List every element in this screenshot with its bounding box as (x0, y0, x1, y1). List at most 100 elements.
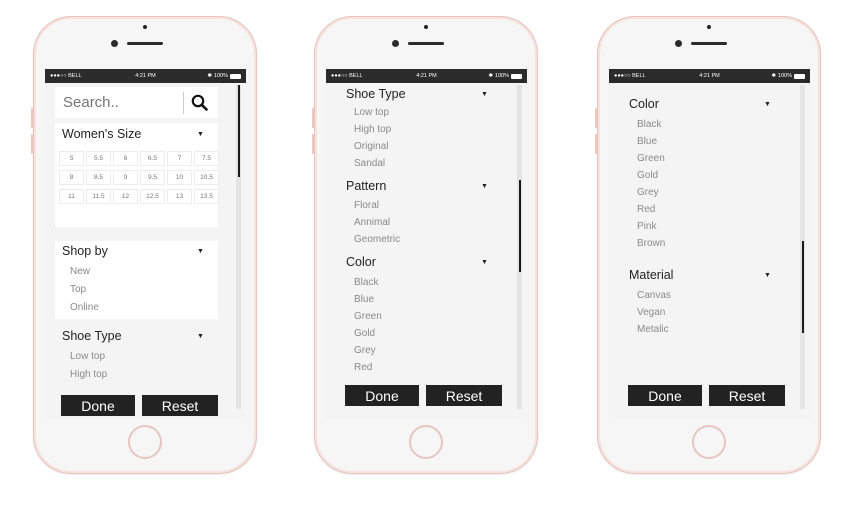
size-option[interactable]: 13 (167, 189, 192, 204)
list-item[interactable]: Low top (354, 107, 389, 118)
reset-button[interactable]: Reset (709, 385, 785, 406)
list-item[interactable]: Floral (354, 200, 379, 211)
scrollbar-thumb[interactable] (519, 180, 521, 272)
list-item[interactable]: High top (354, 124, 391, 135)
size-option[interactable]: 7.5 (194, 151, 219, 166)
list-item[interactable]: Metalic (637, 324, 669, 335)
section-title: Color (629, 97, 659, 111)
screen: ●●●○○ BELL 4:21 PM ✱ 100% Color ▼ Black … (609, 69, 810, 419)
section-title: Shoe Type (62, 329, 122, 343)
home-button[interactable] (128, 425, 162, 459)
size-option[interactable]: 5 (59, 151, 84, 166)
list-item[interactable]: Red (637, 204, 655, 215)
size-option[interactable]: 10 (167, 170, 192, 185)
earpiece-speaker (691, 42, 727, 45)
status-time: 4:21 PM (416, 73, 437, 79)
home-button[interactable] (409, 425, 443, 459)
volume-button (312, 108, 314, 128)
list-item[interactable]: Blue (637, 136, 657, 147)
list-item[interactable]: Canvas (637, 290, 671, 301)
screen: ●●●○○ BELL 4:21 PM ✱ 100% Women's Size (45, 69, 246, 419)
size-option[interactable]: 9 (113, 170, 138, 185)
proximity-sensor (707, 25, 711, 29)
caret-down-icon[interactable]: ▼ (197, 131, 204, 138)
list-item[interactable]: Grey (637, 187, 659, 198)
search-bar (55, 87, 218, 118)
phone-3: ●●●○○ BELL 4:21 PM ✱ 100% Color ▼ Black … (595, 16, 821, 474)
filter-panel: Shoe Type ▼ Low top High top Original Sa… (326, 83, 527, 419)
reset-button[interactable]: Reset (142, 395, 218, 416)
status-time: 4:21 PM (699, 73, 720, 79)
list-item[interactable]: Gold (354, 328, 375, 339)
scrollbar-thumb[interactable] (238, 85, 240, 177)
size-option[interactable]: 8 (59, 170, 84, 185)
list-item[interactable]: Green (354, 311, 382, 322)
list-item[interactable]: Brown (637, 238, 665, 249)
caret-down-icon[interactable]: ▼ (481, 91, 488, 98)
proximity-sensor (143, 25, 147, 29)
volume-button (31, 134, 33, 154)
list-item[interactable]: Gold (637, 170, 658, 181)
caret-down-icon[interactable]: ▼ (197, 248, 204, 255)
size-option[interactable]: 12.5 (140, 189, 165, 204)
caret-down-icon[interactable]: ▼ (197, 333, 204, 340)
section-title: Women's Size (62, 127, 142, 141)
shop-by-card: Shop by ▼ New Top Online (55, 241, 218, 319)
size-grid: 5 5.5 6 6.5 7 7.5 8 8.5 9 9.5 10 10.5 11 11.5 12 12.5 13… (59, 151, 219, 204)
caret-down-icon[interactable]: ▼ (764, 272, 771, 279)
caret-down-icon[interactable]: ▼ (764, 101, 771, 108)
done-button[interactable]: Done (628, 385, 702, 406)
home-button[interactable] (692, 425, 726, 459)
status-bar: ●●●○○ BELL 4:21 PM ✱ 100% (326, 69, 527, 83)
size-option[interactable]: 10.5 (194, 170, 219, 185)
phone-2: ●●●○○ BELL 4:21 PM ✱ 100% Shoe Type ▼ Lo… (312, 16, 538, 474)
caret-down-icon[interactable]: ▼ (481, 183, 488, 190)
done-button[interactable]: Done (345, 385, 419, 406)
list-item[interactable]: Online (70, 302, 99, 313)
filter-panel: Color ▼ Black Blue Green Gold Grey Red P… (609, 83, 810, 419)
done-button[interactable]: Done (61, 395, 135, 416)
list-item[interactable]: New (70, 266, 90, 277)
list-item[interactable]: Sandal (354, 158, 385, 169)
list-item[interactable]: Low top (70, 351, 105, 362)
size-option[interactable]: 12 (113, 189, 138, 204)
search-icon[interactable] (184, 94, 214, 111)
size-option[interactable]: 11.5 (86, 189, 111, 204)
scrollbar[interactable] (800, 85, 805, 409)
volume-button (312, 134, 314, 154)
front-camera (111, 40, 118, 47)
list-item[interactable]: Red (354, 362, 372, 373)
list-item[interactable]: Green (637, 153, 665, 164)
size-option[interactable]: 9.5 (140, 170, 165, 185)
size-option[interactable]: 7 (167, 151, 192, 166)
list-item[interactable]: Pink (637, 221, 656, 232)
reset-button[interactable]: Reset (426, 385, 502, 406)
size-option[interactable]: 5.5 (86, 151, 111, 166)
list-item[interactable]: Vegan (637, 307, 665, 318)
list-item[interactable]: Blue (354, 294, 374, 305)
list-item[interactable]: Black (637, 119, 661, 130)
section-title: Shop by (62, 244, 108, 258)
earpiece-speaker (127, 42, 163, 45)
section-title: Material (629, 268, 674, 282)
status-bar: ●●●○○ BELL 4:21 PM ✱ 100% (609, 69, 810, 83)
size-option[interactable]: 8.5 (86, 170, 111, 185)
list-item[interactable]: Annimal (354, 217, 390, 228)
list-item[interactable]: Geometric (354, 234, 400, 245)
status-bar: ●●●○○ BELL 4:21 PM ✱ 100% (45, 69, 246, 83)
list-item[interactable]: Grey (354, 345, 376, 356)
list-item[interactable]: High top (70, 369, 107, 380)
caret-down-icon[interactable]: ▼ (481, 259, 488, 266)
search-input[interactable] (55, 94, 183, 111)
size-option[interactable]: 11 (59, 189, 84, 204)
size-option[interactable]: 13.5 (194, 189, 219, 204)
scrollbar[interactable] (236, 85, 241, 409)
list-item[interactable]: Top (70, 284, 86, 295)
size-option[interactable]: 6.5 (140, 151, 165, 166)
list-item[interactable]: Original (354, 141, 388, 152)
front-camera (675, 40, 682, 47)
size-option[interactable]: 6 (113, 151, 138, 166)
scrollbar[interactable] (517, 85, 522, 409)
list-item[interactable]: Black (354, 277, 378, 288)
scrollbar-thumb[interactable] (802, 241, 804, 333)
